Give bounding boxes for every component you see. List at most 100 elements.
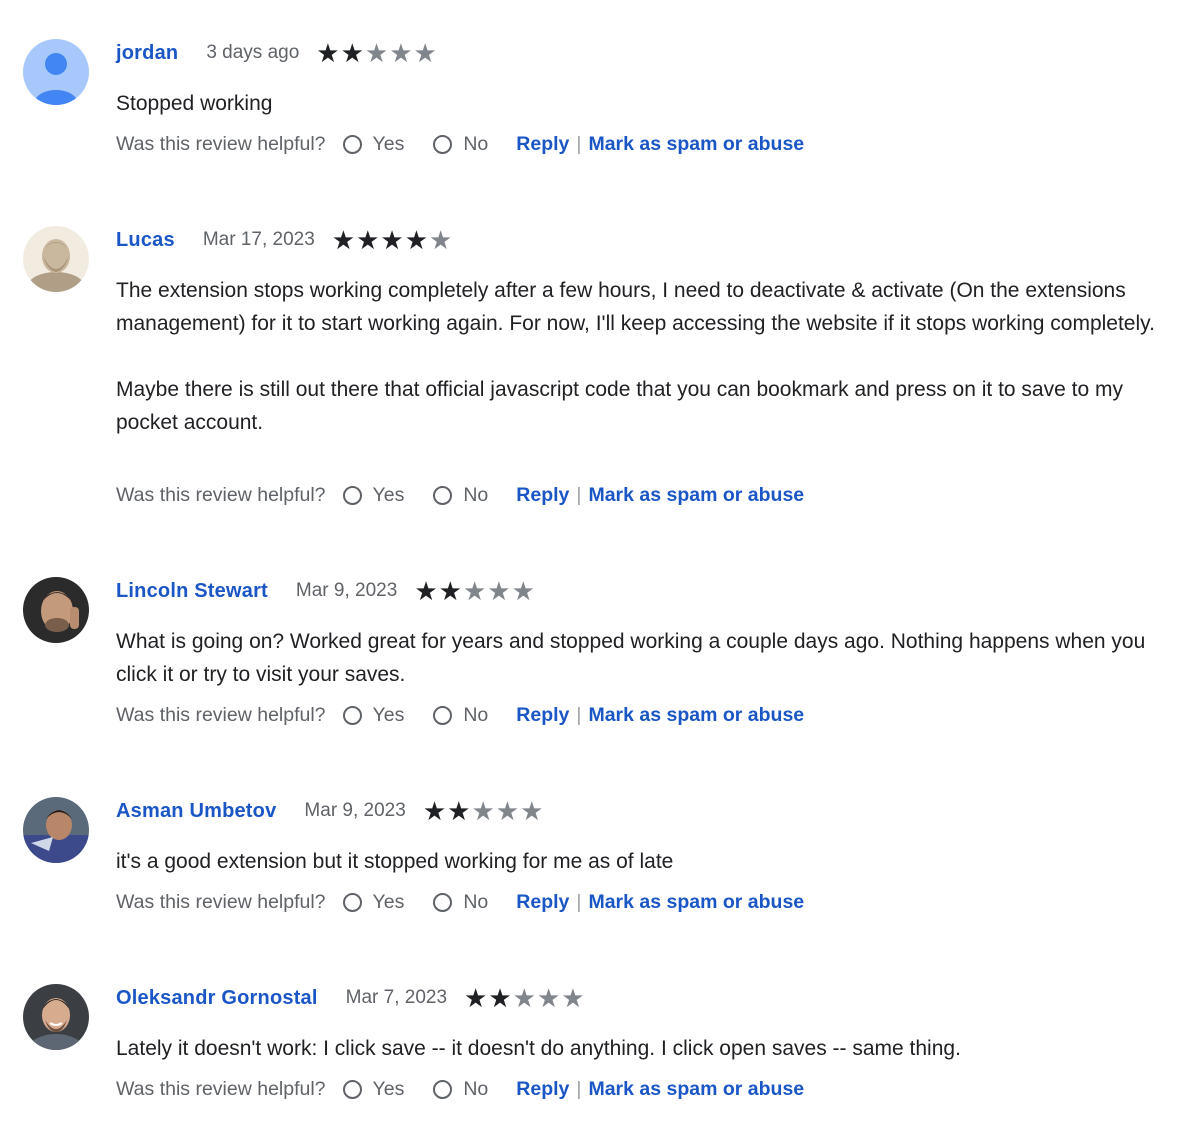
- star-empty-icon: ★: [512, 983, 536, 1013]
- review-text: Lately it doesn't work: I click save -- …: [116, 1032, 1176, 1065]
- star-filled-icon: ★: [488, 983, 512, 1013]
- helpful-question: Was this review helpful?: [116, 1077, 326, 1100]
- star-empty-icon: ★: [495, 796, 520, 826]
- review-header: Lucas Mar 17, 2023 ★ ★ ★ ★ ★: [116, 226, 453, 254]
- review-header: Oleksandr Gornostal Mar 7, 2023 ★ ★ ★ ★ ★: [116, 984, 586, 1012]
- mark-spam-link[interactable]: Mark as spam or abuse: [588, 891, 804, 914]
- review-header: Asman Umbetov Mar 9, 2023 ★ ★ ★ ★ ★: [116, 797, 544, 825]
- star-filled-icon: ★: [404, 225, 429, 255]
- review-actions: Was this review helpful? Yes No Reply | …: [116, 1075, 804, 1103]
- review-paragraph: Maybe there is still out there that offi…: [116, 378, 1123, 434]
- star-rating: ★ ★ ★ ★ ★: [423, 797, 545, 825]
- review-text: it's a good extension but it stopped wor…: [116, 845, 1176, 878]
- review-date: Mar 9, 2023: [295, 580, 398, 601]
- yes-radio[interactable]: [342, 1079, 362, 1099]
- review-actions: Was this review helpful? Yes No Reply | …: [116, 481, 804, 509]
- star-rating: ★ ★ ★ ★ ★: [332, 226, 454, 254]
- review-header: jordan 3 days ago ★ ★ ★ ★ ★: [116, 39, 438, 67]
- reply-link[interactable]: Reply: [516, 891, 569, 914]
- reply-link[interactable]: Reply: [516, 1078, 569, 1101]
- star-empty-icon: ★: [389, 38, 413, 68]
- yes-label[interactable]: Yes: [373, 484, 405, 507]
- star-filled-icon: ★: [331, 225, 356, 255]
- link-separator: |: [576, 132, 582, 155]
- no-radio[interactable]: [433, 705, 453, 725]
- review-author-link[interactable]: Asman Umbetov: [116, 800, 276, 823]
- user-avatar: [23, 984, 89, 1050]
- star-empty-icon: ★: [471, 796, 495, 826]
- no-label[interactable]: No: [463, 484, 488, 507]
- review-paragraph: Lately it doesn't work: I click save -- …: [116, 1037, 961, 1060]
- user-avatar: [23, 797, 89, 863]
- user-avatar: [23, 226, 89, 292]
- mark-spam-link[interactable]: Mark as spam or abuse: [588, 704, 804, 727]
- star-empty-icon: ★: [511, 576, 535, 606]
- star-empty-icon: ★: [364, 38, 389, 68]
- link-separator: |: [576, 483, 582, 506]
- yes-radio[interactable]: [342, 705, 362, 725]
- star-empty-icon: ★: [487, 576, 511, 606]
- helpful-question: Was this review helpful?: [116, 703, 326, 726]
- review-author-link[interactable]: Lucas: [116, 229, 175, 252]
- yes-label[interactable]: Yes: [373, 704, 405, 727]
- yes-radio[interactable]: [342, 485, 362, 505]
- review-paragraph: What is going on? Worked great for years…: [116, 630, 1146, 686]
- review-actions: Was this review helpful? Yes No Reply | …: [116, 130, 804, 158]
- helpful-question: Was this review helpful?: [116, 890, 326, 913]
- reply-link[interactable]: Reply: [516, 484, 569, 507]
- helpful-question: Was this review helpful?: [116, 132, 326, 155]
- review-date: Mar 7, 2023: [345, 987, 448, 1008]
- no-label[interactable]: No: [463, 891, 488, 914]
- mark-spam-link[interactable]: Mark as spam or abuse: [588, 484, 804, 507]
- review-paragraph: Stopped working: [116, 92, 273, 115]
- review-date: Mar 9, 2023: [304, 800, 406, 821]
- star-empty-icon: ★: [429, 225, 453, 255]
- review-paragraph: The extension stops working completely a…: [116, 279, 1155, 335]
- yes-label[interactable]: Yes: [373, 133, 405, 156]
- yes-radio[interactable]: [342, 892, 362, 912]
- reply-link[interactable]: Reply: [516, 704, 569, 727]
- yes-radio[interactable]: [342, 134, 362, 154]
- link-separator: |: [576, 1077, 582, 1100]
- star-rating: ★ ★ ★ ★ ★: [414, 577, 536, 605]
- yes-label[interactable]: Yes: [373, 891, 405, 914]
- star-filled-icon: ★: [380, 225, 404, 255]
- star-empty-icon: ★: [536, 983, 561, 1013]
- no-radio[interactable]: [433, 485, 453, 505]
- review-paragraph: it's a good extension but it stopped wor…: [116, 850, 674, 873]
- review-date: 3 days ago: [206, 42, 300, 63]
- review-author-link[interactable]: Oleksandr Gornostal: [116, 987, 318, 1010]
- review-text: The extension stops working completely a…: [116, 274, 1176, 439]
- star-empty-icon: ★: [462, 576, 487, 606]
- review-author-link[interactable]: jordan: [116, 42, 178, 65]
- star-rating: ★ ★ ★ ★ ★: [464, 984, 586, 1012]
- review-header: Lincoln Stewart Mar 9, 2023 ★ ★ ★ ★ ★: [116, 577, 536, 605]
- star-filled-icon: ★: [447, 796, 471, 826]
- no-radio[interactable]: [433, 134, 453, 154]
- helpful-question: Was this review helpful?: [116, 483, 326, 506]
- link-separator: |: [576, 703, 582, 726]
- star-filled-icon: ★: [438, 576, 462, 606]
- user-avatar: [23, 577, 89, 643]
- review-author-link[interactable]: Lincoln Stewart: [116, 580, 268, 603]
- star-empty-icon: ★: [520, 796, 544, 826]
- default-user-icon: [23, 39, 89, 105]
- star-filled-icon: ★: [414, 576, 438, 606]
- star-filled-icon: ★: [340, 38, 364, 68]
- no-label[interactable]: No: [463, 133, 488, 156]
- mark-spam-link[interactable]: Mark as spam or abuse: [588, 133, 804, 156]
- no-radio[interactable]: [433, 1079, 453, 1099]
- reply-link[interactable]: Reply: [516, 133, 569, 156]
- no-label[interactable]: No: [463, 704, 488, 727]
- star-filled-icon: ★: [464, 983, 488, 1013]
- no-label[interactable]: No: [463, 1078, 488, 1101]
- review-date: Mar 17, 2023: [202, 229, 315, 250]
- star-filled-icon: ★: [422, 796, 447, 826]
- yes-label[interactable]: Yes: [373, 1078, 405, 1101]
- star-rating: ★ ★ ★ ★ ★: [316, 39, 438, 67]
- review-text: Stopped working: [116, 87, 1176, 120]
- star-filled-icon: ★: [356, 225, 380, 255]
- mark-spam-link[interactable]: Mark as spam or abuse: [588, 1078, 804, 1101]
- no-radio[interactable]: [433, 892, 453, 912]
- star-empty-icon: ★: [413, 38, 437, 68]
